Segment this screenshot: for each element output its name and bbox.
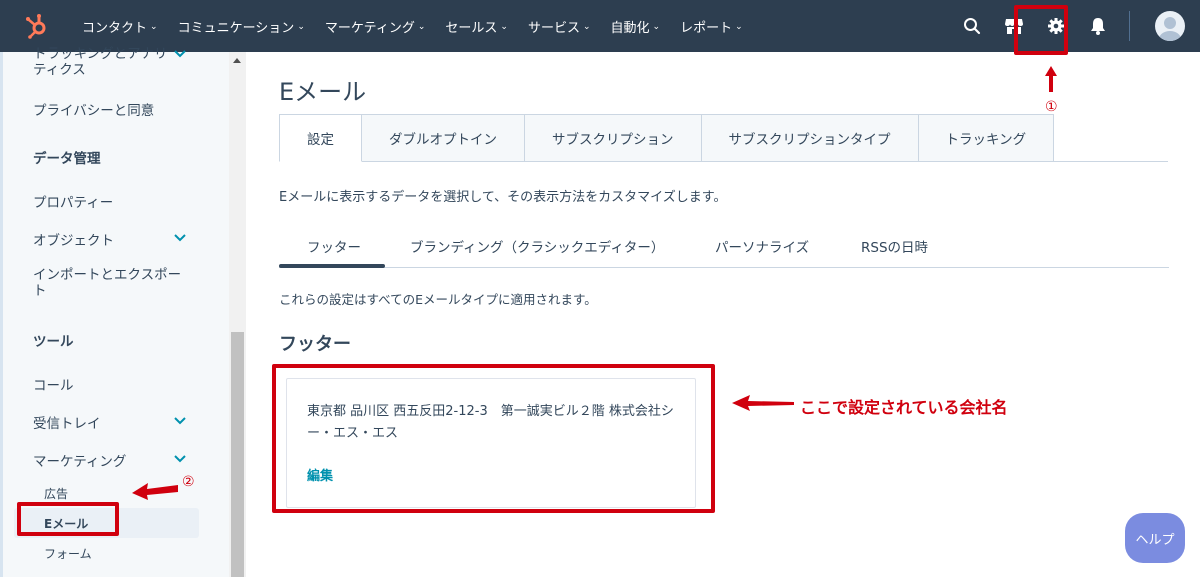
avatar[interactable]	[1155, 11, 1185, 41]
sidebar-item-marketing[interactable]: マーケティング	[33, 450, 193, 470]
annotation-arrow-left-icon	[132, 483, 178, 500]
annotation-arrow-up-icon	[1045, 66, 1057, 92]
tab-subscription-types[interactable]: サブスクリプションタイプ	[701, 114, 919, 162]
annotation-box-settings	[1014, 5, 1068, 55]
page-title: Eメール	[279, 78, 367, 106]
help-button[interactable]: ヘルプ	[1125, 513, 1185, 563]
sidebar-item-properties[interactable]: プロパティー	[33, 191, 193, 211]
chevron-down-icon: ⌄	[735, 22, 743, 32]
footer-subtabs: フッター ブランディング（クラシックエディター） パーソナライズ RSSの日時	[279, 228, 1169, 268]
tab-tracking[interactable]: トラッキング	[918, 114, 1055, 162]
nav-sales[interactable]: セールス ⌄	[435, 0, 518, 52]
active-subtab-indicator	[279, 264, 385, 268]
annotation-number-1: ①	[1045, 99, 1058, 115]
nav-marketing[interactable]: マーケティング ⌄	[315, 0, 436, 52]
annotation-company-name-note: ここで設定されている会社名	[800, 398, 1008, 417]
subtab-footer[interactable]: フッター	[307, 236, 361, 256]
sidebar-subitem-ads[interactable]: 広告	[44, 485, 68, 502]
applies-note: これらの設定はすべてのEメールタイプに適用されます。	[279, 292, 597, 307]
sidebar-item-tracking[interactable]: トラッキングとアナリティクス	[33, 46, 168, 78]
chevron-down-icon: ⌄	[150, 22, 158, 32]
subtab-branding[interactable]: ブランディング（クラシックエディター）	[410, 236, 664, 256]
scrollbar-thumb[interactable]	[231, 332, 244, 577]
chevron-down-icon: ⌄	[652, 22, 661, 32]
sidebar-subitem-forms[interactable]: フォーム	[44, 545, 92, 562]
tabs-divider	[1040, 161, 1168, 162]
notification-bell-icon[interactable]	[1077, 0, 1119, 52]
sidebar-item-inbox[interactable]: 受信トレイ	[33, 412, 193, 432]
annotation-arrow-left-icon	[732, 395, 794, 411]
nav-service[interactable]: サービス ⌄	[518, 0, 601, 52]
sidebar-item-calls[interactable]: コール	[33, 374, 193, 394]
scroll-up-arrow-icon[interactable]	[233, 58, 241, 63]
chevron-down-icon: ⌄	[297, 22, 305, 32]
subtab-rss-date[interactable]: RSSの日時	[861, 236, 928, 256]
chevron-down-icon[interactable]	[172, 413, 188, 429]
chevron-up-icon[interactable]	[172, 451, 188, 467]
page-description: Eメールに表示するデータを選択して、その表示方法をカスタマイズします。	[279, 190, 727, 205]
tab-subscriptions[interactable]: サブスクリプション	[525, 114, 702, 162]
section-title-footer: フッター	[279, 334, 351, 355]
chevron-down-icon: ⌄	[500, 22, 508, 32]
sidebar-item-objects[interactable]: オブジェクト	[33, 229, 193, 249]
chevron-down-icon[interactable]	[172, 46, 188, 62]
annotation-box-email	[17, 502, 119, 536]
settings-sidebar	[0, 52, 246, 577]
sidebar-item-import-export[interactable]: インポートとエクスポート	[33, 267, 193, 299]
search-icon[interactable]	[951, 0, 993, 52]
account-menu[interactable]	[1140, 11, 1200, 41]
nav-divider	[1129, 11, 1130, 41]
sidebar-heading-tools: ツール	[33, 334, 74, 350]
hubspot-logo-icon[interactable]	[14, 0, 58, 52]
nav-contacts[interactable]: コンタクト ⌄	[72, 0, 168, 52]
subtab-personalize[interactable]: パーソナライズ	[715, 236, 809, 256]
nav-automation[interactable]: 自動化 ⌄	[601, 0, 671, 52]
sidebar-item-privacy[interactable]: プライバシーと同意	[33, 99, 193, 119]
main-menu: コンタクト ⌄ コミュニケーション ⌄ マーケティング ⌄ セールス ⌄ サービス ⌄ 自…	[72, 0, 753, 52]
sidebar-edge	[0, 52, 3, 577]
tab-double-opt-in[interactable]: ダブルオプトイン	[362, 114, 525, 162]
chevron-down-icon: ⌄	[582, 22, 591, 32]
nav-utilities	[951, 0, 1200, 52]
settings-tabs: 設定 ダブルオプトイン サブスクリプション サブスクリプションタイプ トラッキン…	[279, 114, 1055, 162]
sidebar-heading-data: データ管理	[33, 151, 101, 167]
tab-settings[interactable]: 設定	[279, 114, 362, 162]
chevron-down-icon[interactable]	[172, 230, 188, 246]
chevron-down-icon: ⌄	[417, 22, 426, 32]
nav-communication[interactable]: コミュニケーション ⌄	[168, 0, 315, 52]
annotation-box-footer	[272, 364, 715, 513]
nav-reports[interactable]: レポート ⌄	[670, 0, 753, 52]
annotation-number-2: ②	[182, 474, 195, 490]
